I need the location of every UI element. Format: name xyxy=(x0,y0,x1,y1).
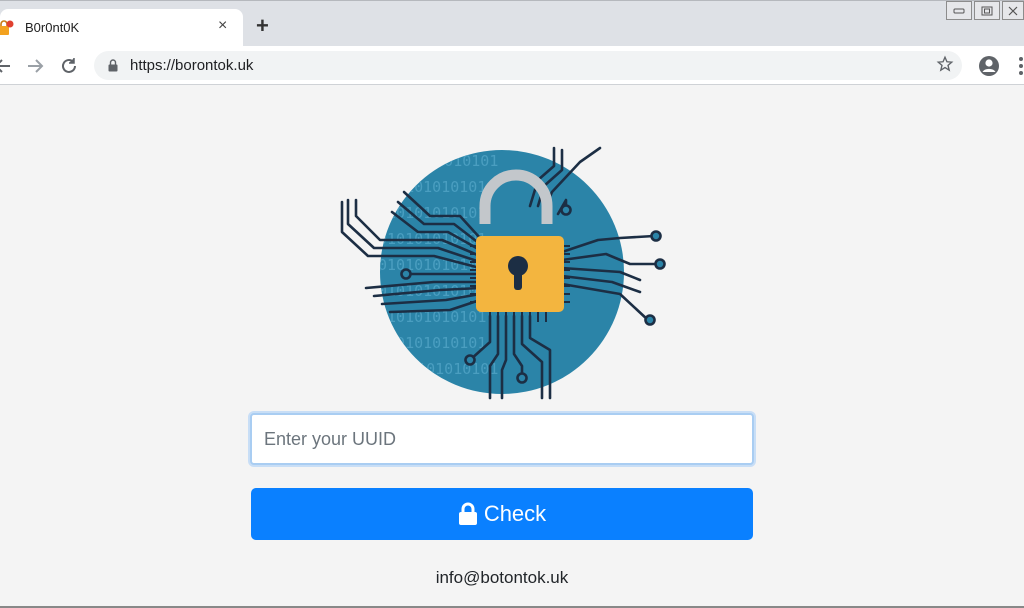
forward-button[interactable] xyxy=(24,55,46,77)
close-icon xyxy=(1008,6,1018,15)
secure-lock-icon xyxy=(108,59,118,72)
restore-icon xyxy=(981,6,993,15)
window-controls xyxy=(944,1,1024,21)
browser-toolbar: https://borontok.uk xyxy=(0,46,1024,85)
svg-text:010101010101: 010101010101 xyxy=(390,360,498,378)
bookmark-star-icon[interactable] xyxy=(936,55,954,73)
close-window-button[interactable] xyxy=(1002,1,1024,20)
browser-menu-icon[interactable] xyxy=(1018,56,1024,76)
back-arrow-icon xyxy=(0,59,10,73)
page-content: 010101010101 010101010101 010101010101 0… xyxy=(0,86,1024,606)
svg-text:010101010101: 010101010101 xyxy=(390,152,498,170)
profile-avatar-icon[interactable] xyxy=(978,55,1000,77)
padlock-circuit-illustration: 010101010101 010101010101 010101010101 0… xyxy=(340,146,666,400)
uuid-input[interactable] xyxy=(250,413,754,465)
forward-arrow-icon xyxy=(28,59,44,73)
address-url: https://borontok.uk xyxy=(130,57,254,74)
maximize-button[interactable] xyxy=(974,1,1000,20)
minimize-button[interactable] xyxy=(946,1,972,20)
svg-text:010101010101: 010101010101 xyxy=(378,334,486,352)
reload-icon xyxy=(62,58,76,73)
tab-close-button[interactable]: × xyxy=(218,17,227,35)
lock-icon xyxy=(458,502,477,525)
reload-button[interactable] xyxy=(58,55,80,77)
tab-title: B0r0nt0K xyxy=(25,20,80,35)
minimize-icon xyxy=(953,8,965,13)
browser-window: B0r0nt0K × + https://borontok.uk 0101010… xyxy=(0,0,1024,608)
svg-text:010101010101: 010101010101 xyxy=(378,178,486,196)
check-button-label: Check xyxy=(483,501,547,526)
browser-tab[interactable]: B0r0nt0K × xyxy=(0,9,243,47)
check-button[interactable]: Check xyxy=(251,488,753,540)
tab-strip: B0r0nt0K × + xyxy=(0,0,1024,47)
favicon-icon xyxy=(0,20,14,35)
address-bar[interactable]: https://borontok.uk xyxy=(94,51,962,80)
back-button[interactable] xyxy=(0,55,14,77)
new-tab-button[interactable]: + xyxy=(256,15,269,37)
contact-email: info@botontok.uk xyxy=(435,568,569,587)
